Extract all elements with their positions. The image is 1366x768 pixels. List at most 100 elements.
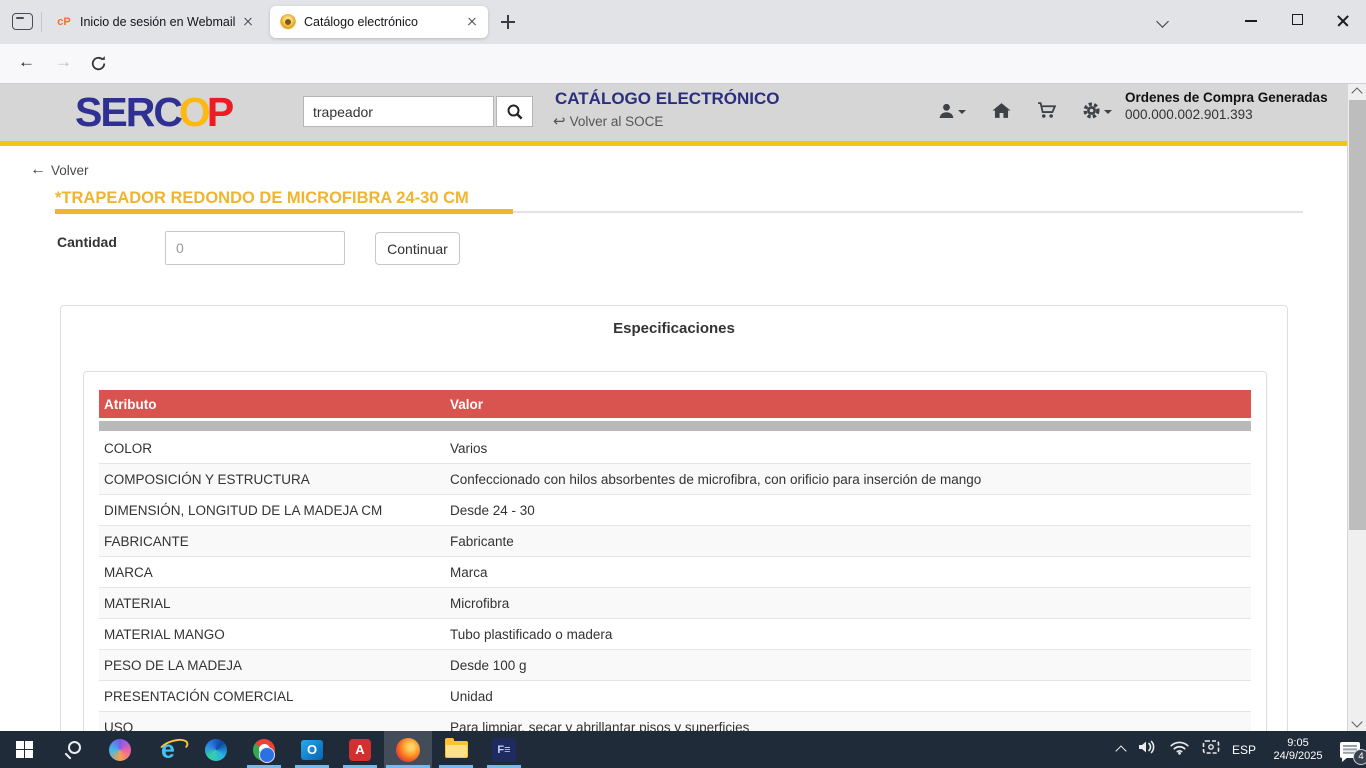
browser-tab[interactable]: cP Inicio de sesión en Webmail [46, 6, 264, 38]
clock-time: 9:05 [1268, 737, 1328, 750]
attribute-cell: MATERIAL MANGO [99, 627, 450, 642]
speaker-icon[interactable] [1137, 739, 1157, 760]
volver-soce-link[interactable]: ↩Volver al SOCE [553, 112, 663, 130]
product-title: *TRAPEADOR REDONDO DE MICROFIBRA 24-30 C… [55, 189, 469, 208]
attribute-cell: DIMENSIÓN, LONGITUD DE LA MADEJA CM [99, 503, 450, 518]
chevron-down-icon [1104, 110, 1112, 114]
page-scrollbar[interactable] [1347, 84, 1366, 731]
back-button[interactable]: ← [18, 52, 35, 72]
attribute-cell: COLOR [99, 441, 450, 456]
firefox-view-icon[interactable] [12, 13, 33, 30]
taskbar-icon-explorer[interactable] [432, 731, 480, 768]
taskbar-icon-outlook[interactable]: O [288, 731, 336, 768]
orders-label: Ordenes de Compra Generadas [1125, 89, 1340, 106]
taskbar-icon-start[interactable] [0, 731, 48, 768]
clock[interactable]: 9:05 24/9/2025 [1268, 737, 1328, 763]
table-row: COLOR Varios [99, 433, 1251, 464]
page-content: ←Volver *TRAPEADOR REDONDO DE MICROFIBRA… [0, 146, 1347, 731]
taskbar-icon-firefox[interactable] [384, 731, 432, 768]
notification-badge: 4 [1353, 749, 1366, 765]
tab-close-icon[interactable] [240, 14, 256, 30]
tray-chevron-up-icon[interactable] [1115, 745, 1126, 756]
settings-gear-button[interactable] [1082, 101, 1112, 120]
specifications-table-container: Atributo Valor COLOR Varios COMPOSICIÓN … [83, 371, 1267, 731]
scroll-up-arrow[interactable] [1351, 87, 1362, 98]
quantity-input[interactable] [165, 231, 345, 265]
favicon-cpanel: cP [56, 14, 72, 30]
table-row: PESO DE LA MADEJA Desde 100 g [99, 650, 1251, 681]
taskbar-icon-copilot[interactable] [96, 731, 144, 768]
window-minimize-button[interactable] [1245, 14, 1257, 26]
tab-list: cP Inicio de sesión en Webmail Catálogo … [46, 6, 488, 38]
scrollbar-thumb[interactable] [1349, 100, 1366, 530]
user-menu-button[interactable] [938, 102, 966, 119]
value-cell: Desde 24 - 30 [450, 503, 1251, 518]
value-cell: Fabricante [450, 534, 1251, 549]
sercop-logo[interactable]: SERCOP [75, 87, 232, 137]
notification-center-icon[interactable]: 4 [1340, 742, 1360, 758]
value-cell: Varios [450, 441, 1251, 456]
table-row: DIMENSIÓN, LONGITUD DE LA MADEJA CM Desd… [99, 495, 1251, 526]
tab-title: Catálogo electrónico [304, 15, 464, 29]
attribute-cell: MARCA [99, 565, 450, 580]
taskbar-icon-ie[interactable]: e [144, 731, 192, 768]
table-row: USO Para limpiar, secar y abrillantar pi… [99, 712, 1251, 731]
undo-hand-icon: ↩ [553, 112, 566, 130]
column-header-atributo: Atributo [99, 397, 450, 412]
table-row: MARCA Marca [99, 557, 1251, 588]
tab-divider [41, 12, 42, 32]
attribute-cell: PESO DE LA MADEJA [99, 658, 450, 673]
all-tabs-chevron-icon[interactable] [1158, 17, 1168, 27]
value-cell: Microfibra [450, 596, 1251, 611]
favicon-ecuador [280, 14, 296, 30]
table-row: COMPOSICIÓN Y ESTRUCTURA Confeccionado c… [99, 464, 1251, 495]
attribute-cell: COMPOSICIÓN Y ESTRUCTURA [99, 472, 450, 487]
display-icon[interactable] [1202, 739, 1220, 760]
browser-tabstrip: cP Inicio de sesión en Webmail Catálogo … [0, 0, 1366, 44]
attribute-cell: MATERIAL [99, 596, 450, 611]
attribute-cell: FABRICANTE [99, 534, 450, 549]
attribute-cell: PRESENTACIÓN COMERCIAL [99, 689, 450, 704]
taskbar-icon-search[interactable] [48, 731, 96, 768]
app-title: CATÁLOGO ELECTRÓNICO [555, 89, 779, 109]
specifications-title: Especificaciones [61, 320, 1287, 337]
taskbar-icon-fapp[interactable]: F≡ [480, 731, 528, 768]
table-row: MATERIAL Microfibra [99, 588, 1251, 619]
new-tab-button[interactable] [500, 14, 516, 30]
clock-date: 24/9/2025 [1268, 750, 1328, 763]
orders-number: 000.000.002.901.393 [1125, 106, 1340, 123]
volver-back-link[interactable]: ←Volver [30, 161, 89, 179]
value-cell: Tubo plastificado o madera [450, 627, 1251, 642]
cart-button[interactable] [1037, 102, 1056, 119]
left-arrow-icon: ← [30, 161, 46, 179]
value-cell: Para limpiar, secar y abrillantar pisos … [450, 720, 1251, 732]
sercop-header: SERCOP CATÁLOGO ELECTRÓNICO ↩Volver al S… [0, 84, 1347, 141]
table-row: MATERIAL MANGO Tubo plastificado o mader… [99, 619, 1251, 650]
scroll-down-arrow[interactable] [1351, 716, 1362, 727]
wifi-icon[interactable] [1169, 739, 1190, 760]
home-button[interactable] [992, 102, 1011, 119]
chevron-down-icon [958, 110, 966, 114]
tab-title: Inicio de sesión en Webmail [80, 15, 240, 29]
header-icons [938, 101, 1112, 120]
quantity-label: Cantidad [57, 234, 117, 250]
taskbar-icon-edge[interactable] [192, 731, 240, 768]
reload-button[interactable] [90, 55, 107, 77]
table-row: FABRICANTE Fabricante [99, 526, 1251, 557]
value-cell: Confeccionado con hilos absorbentes de m… [450, 472, 1251, 487]
tab-close-icon[interactable] [464, 14, 480, 30]
catalog-search-button[interactable] [496, 96, 533, 127]
window-restore-button[interactable] [1292, 14, 1303, 25]
table-header-row: Atributo Valor [99, 390, 1251, 418]
browser-tab[interactable]: Catálogo electrónico [270, 6, 488, 38]
attribute-cell: USO [99, 720, 450, 732]
window-close-button[interactable] [1336, 14, 1350, 28]
table-body: COLOR Varios COMPOSICIÓN Y ESTRUCTURA Co… [99, 433, 1251, 731]
taskbar-icon-acrobat[interactable]: A [336, 731, 384, 768]
taskbar-icon-chrome[interactable] [240, 731, 288, 768]
catalog-search-input[interactable] [303, 96, 494, 127]
table-horizontal-scrollbar[interactable] [99, 421, 1251, 431]
language-indicator[interactable]: ESP [1232, 743, 1256, 757]
system-tray: ESP 9:05 24/9/2025 4 [1117, 731, 1360, 768]
continue-button[interactable]: Continuar [375, 232, 460, 265]
